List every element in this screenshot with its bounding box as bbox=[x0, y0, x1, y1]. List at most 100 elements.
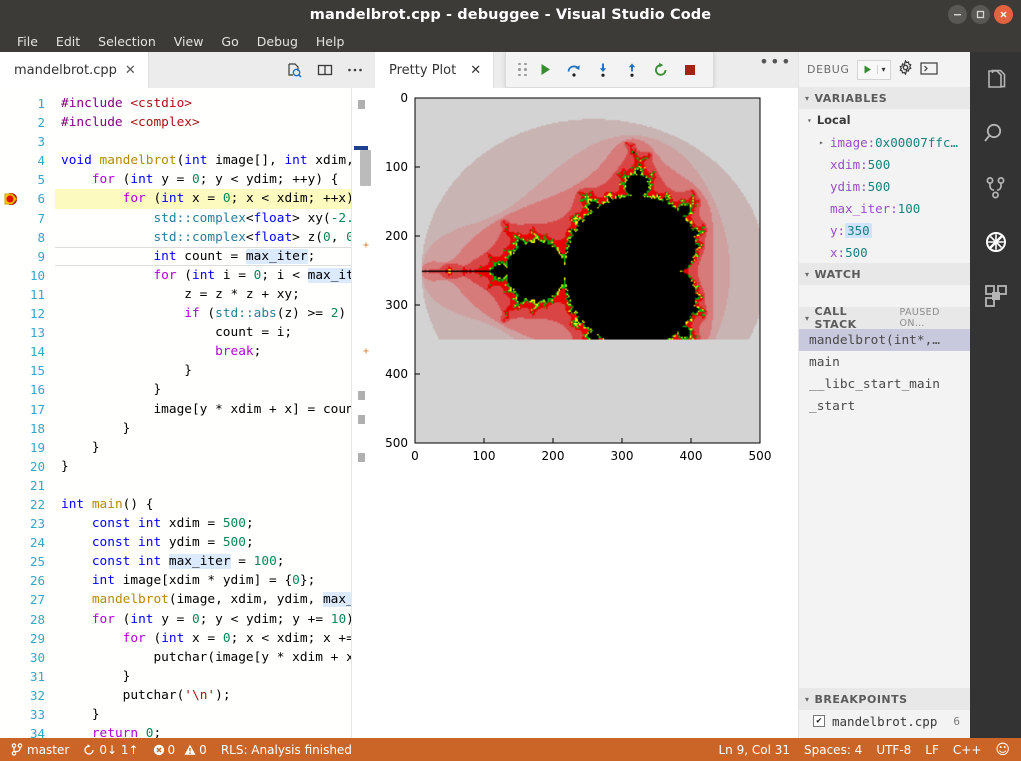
tab-mandelbrot-cpp[interactable]: mandelbrot.cpp ✕ bbox=[0, 52, 149, 88]
search-icon[interactable] bbox=[976, 114, 1016, 154]
code-line[interactable]: for (int y = 0; y < ydim; y += 10) { bbox=[55, 610, 375, 629]
call-stack-frame[interactable]: mandelbrot(int*,… bbox=[799, 329, 970, 351]
debug-icon[interactable] bbox=[976, 222, 1016, 262]
preview-icon[interactable] bbox=[286, 62, 303, 79]
code-line[interactable]: putchar('\n'); bbox=[55, 686, 375, 705]
code-line[interactable]: } bbox=[55, 380, 375, 399]
line-number[interactable]: 28 bbox=[0, 610, 55, 629]
line-number[interactable]: 15 bbox=[0, 361, 55, 380]
code-line[interactable]: const int xdim = 500; bbox=[55, 514, 375, 533]
status-problems[interactable]: 0 0 bbox=[146, 738, 214, 761]
variable-value[interactable]: 100 bbox=[898, 201, 921, 216]
step-over-button[interactable] bbox=[563, 59, 585, 81]
menu-edit[interactable]: Edit bbox=[47, 32, 89, 51]
extensions-icon[interactable] bbox=[976, 276, 1016, 316]
status-sync[interactable]: 0↓ 1↑ bbox=[76, 738, 145, 761]
editor-gutter[interactable]: 1 2 3 4 5 6 7 8 9 10 11 12 13 14 15 16 17 18 19 20 21 22 23 24 2… bbox=[0, 88, 55, 738]
line-number[interactable]: 8 bbox=[0, 228, 55, 247]
debug-settings-icon[interactable] bbox=[898, 59, 913, 79]
explorer-icon[interactable] bbox=[976, 60, 1016, 100]
line-number[interactable]: 25 bbox=[0, 552, 55, 571]
code-line[interactable]: int count = max_iter; bbox=[55, 247, 375, 266]
variable-row[interactable]: max_iter: 100 bbox=[799, 197, 970, 219]
code-line[interactable]: } bbox=[55, 667, 375, 686]
line-number[interactable]: 1 bbox=[0, 94, 55, 113]
menu-view[interactable]: View bbox=[165, 32, 213, 51]
code-line[interactable]: putchar(image[y * xdim + x] < m bbox=[55, 648, 375, 667]
stop-button[interactable] bbox=[679, 59, 701, 81]
breakpoint-row[interactable]: ✔ mandelbrot.cpp 6 bbox=[799, 710, 970, 732]
variables-scope-local[interactable]: ▾ Local bbox=[799, 109, 970, 131]
code-line[interactable]: image[y * xdim + x] = count; bbox=[55, 400, 375, 419]
line-number[interactable]: 4 bbox=[0, 151, 55, 170]
section-header-variables[interactable]: ▾ VARIABLES bbox=[799, 87, 970, 109]
line-number[interactable]: 22 bbox=[0, 495, 55, 514]
variable-value[interactable]: 350 bbox=[845, 222, 872, 238]
variable-value[interactable]: 500 bbox=[868, 157, 891, 172]
line-number[interactable]: 19 bbox=[0, 438, 55, 457]
variable-row[interactable]: x: 500 bbox=[799, 241, 970, 263]
debug-console-icon[interactable] bbox=[919, 60, 938, 79]
code-line[interactable]: for (int i = 0; i < max_iter; + bbox=[55, 266, 375, 285]
status-eol[interactable]: LF bbox=[918, 743, 946, 757]
debug-config-caret[interactable]: ▾ bbox=[876, 65, 890, 74]
code-line[interactable]: #include <cstdio> bbox=[55, 94, 375, 113]
code-line[interactable]: count = i; bbox=[55, 323, 375, 342]
call-stack-frame[interactable]: _start bbox=[799, 395, 970, 417]
status-language-mode[interactable]: C++ bbox=[946, 743, 989, 757]
close-button[interactable] bbox=[994, 5, 1013, 24]
code-line[interactable]: for (int y = 0; y < ydim; ++y) { bbox=[55, 170, 375, 189]
code-line[interactable]: std::complex<float> z(0, 0); bbox=[55, 228, 375, 247]
status-branch[interactable]: master bbox=[4, 738, 76, 761]
line-number[interactable]: 17 bbox=[0, 400, 55, 419]
code-line[interactable]: mandelbrot(image, xdim, ydim, max_iter) bbox=[55, 590, 375, 609]
line-number[interactable]: 5 bbox=[0, 170, 55, 189]
line-number[interactable]: 10 bbox=[0, 266, 55, 285]
chevron-right-icon[interactable]: ▸ bbox=[819, 138, 830, 147]
code-line[interactable]: for (int x = 0; x < xdim; ++x) { bbox=[55, 189, 375, 209]
line-number[interactable]: 29 bbox=[0, 629, 55, 648]
menu-file[interactable]: File bbox=[8, 32, 47, 51]
menu-help[interactable]: Help bbox=[307, 32, 354, 51]
variable-row[interactable]: ydim: 500 bbox=[799, 175, 970, 197]
variable-value[interactable]: 500 bbox=[868, 179, 891, 194]
more-actions-icon[interactable] bbox=[347, 67, 363, 73]
restart-button[interactable] bbox=[650, 59, 672, 81]
status-encoding[interactable]: UTF-8 bbox=[869, 743, 918, 757]
code-line[interactable]: std::complex<float> xy(-2.05 + bbox=[55, 209, 375, 228]
start-debugging-button[interactable]: ▾ bbox=[856, 59, 891, 80]
plot-more-actions-icon[interactable]: ••• bbox=[759, 52, 798, 88]
section-header-breakpoints[interactable]: ▾ BREAKPOINTS bbox=[799, 688, 970, 710]
code-line[interactable]: } bbox=[55, 457, 375, 476]
drag-handle[interactable] bbox=[518, 62, 527, 77]
plot-tab-close-icon[interactable]: ✕ bbox=[470, 63, 481, 78]
status-indentation[interactable]: Spaces: 4 bbox=[797, 743, 869, 757]
tab-pretty-plot[interactable]: Pretty Plot ✕ bbox=[375, 52, 495, 88]
line-number[interactable]: 20 bbox=[0, 457, 55, 476]
code-line[interactable]: int main() { bbox=[55, 495, 375, 514]
section-header-callstack[interactable]: ▾ CALL STACK PAUSED ON… bbox=[799, 305, 970, 331]
line-number[interactable]: 31 bbox=[0, 667, 55, 686]
variable-row[interactable]: xdim: 500 bbox=[799, 153, 970, 175]
code-line[interactable] bbox=[55, 476, 375, 495]
line-number[interactable]: 33 bbox=[0, 705, 55, 724]
line-number[interactable]: 27 bbox=[0, 590, 55, 609]
variable-value[interactable]: 0x00007ffc… bbox=[875, 135, 958, 150]
code-line[interactable]: } bbox=[55, 705, 375, 724]
variable-row[interactable]: y: 350 bbox=[799, 219, 970, 241]
menu-debug[interactable]: Debug bbox=[248, 32, 307, 51]
step-into-button[interactable] bbox=[592, 59, 614, 81]
code-line[interactable]: } bbox=[55, 419, 375, 438]
code-line[interactable]: } bbox=[55, 361, 375, 380]
status-task[interactable]: RLS: Analysis finished bbox=[214, 738, 359, 761]
line-number[interactable]: 26 bbox=[0, 571, 55, 590]
code-line[interactable]: #include <complex> bbox=[55, 113, 375, 132]
line-number[interactable]: 12 bbox=[0, 304, 55, 323]
split-editor-icon[interactable] bbox=[317, 62, 333, 78]
code-line[interactable]: } bbox=[55, 438, 375, 457]
line-number[interactable]: 34 bbox=[0, 724, 55, 738]
section-header-watch[interactable]: ▾ WATCH bbox=[799, 263, 970, 285]
code-line[interactable]: const int ydim = 500; bbox=[55, 533, 375, 552]
code-line[interactable]: z = z * z + xy; bbox=[55, 285, 375, 304]
line-number[interactable]: 24 bbox=[0, 533, 55, 552]
